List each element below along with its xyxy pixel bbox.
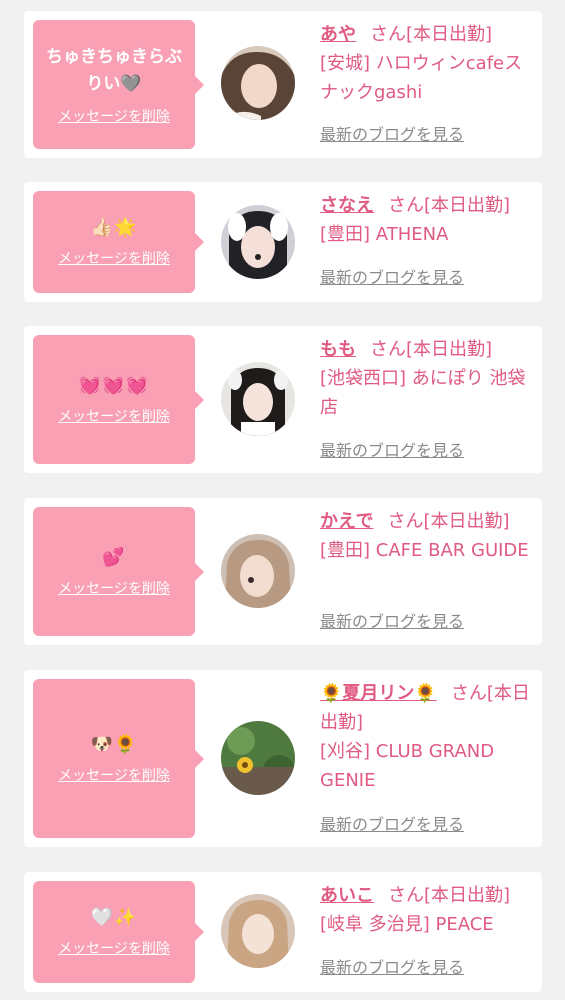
cast-info: かえで さん[本日出勤] [豊田] CAFE BAR GUIDE xyxy=(320,507,532,565)
cast-name-link[interactable]: かえで xyxy=(320,511,373,532)
message-text: 🐶🌻 xyxy=(90,733,138,755)
shop-name: CAFE BAR GUIDE xyxy=(375,540,529,561)
cast-status: さん[本日出勤] xyxy=(370,339,493,360)
message-card: 🐶🌻 メッセージを削除 🌻夏月リン🌻 さん[本日出勤] [刈谷] CLUB GRA… xyxy=(24,670,542,847)
message-bubble: 💓💓💓 メッセージを削除 xyxy=(33,335,204,464)
message-bubble: 🤍✨ メッセージを削除 xyxy=(33,881,204,983)
message-bubble: 🐶🌻 メッセージを削除 xyxy=(33,679,204,838)
message-card: 💓💓💓 メッセージを削除 もも さん[本日出勤] [池袋西口] あにぽり 池袋店 … xyxy=(24,326,542,473)
latest-blog-link[interactable]: 最新のブログを見る xyxy=(320,612,464,632)
cast-status: さん[本日出勤] xyxy=(388,885,511,906)
cast-name-link[interactable]: もも xyxy=(320,339,356,360)
message-text: 🤍✨ xyxy=(90,907,138,928)
avatar[interactable] xyxy=(221,721,295,795)
latest-blog-link[interactable]: 最新のブログを見る xyxy=(320,815,464,835)
avatar[interactable] xyxy=(221,534,295,608)
delete-message-link[interactable]: メッセージを削除 xyxy=(58,940,170,958)
message-card: 👍🏻🌟 メッセージを削除 さなえ さん[本日出勤] [豊田] ATHENA 最新の… xyxy=(24,182,542,302)
delete-message-link[interactable]: メッセージを削除 xyxy=(58,580,170,598)
message-card: ちゅきちゅきらぶりい🩶 メッセージを削除 あや さん[本日出勤] [安城] ハロウ… xyxy=(24,11,542,158)
message-card: 💕 メッセージを削除 かえで さん[本日出勤] [豊田] CAFE BAR GUI… xyxy=(24,498,542,645)
shop-area: [岐阜 多治見] xyxy=(320,914,430,935)
delete-message-link[interactable]: メッセージを削除 xyxy=(58,408,170,426)
delete-message-link[interactable]: メッセージを削除 xyxy=(58,767,170,785)
latest-blog-link[interactable]: 最新のブログを見る xyxy=(320,958,464,978)
latest-blog-link[interactable]: 最新のブログを見る xyxy=(320,125,464,145)
message-bubble: ちゅきちゅきらぶりい🩶 メッセージを削除 xyxy=(33,20,204,149)
delete-message-link[interactable]: メッセージを削除 xyxy=(58,250,170,268)
cast-info: あいこ さん[本日出勤] [岐阜 多治見] PEACE xyxy=(320,881,532,939)
shop-name: ATHENA xyxy=(375,224,449,245)
avatar[interactable] xyxy=(221,205,295,279)
cast-info: もも さん[本日出勤] [池袋西口] あにぽり 池袋店 xyxy=(320,335,532,422)
message-text: 💕 xyxy=(102,546,126,568)
cast-name-link[interactable]: あや xyxy=(320,24,356,45)
delete-message-link[interactable]: メッセージを削除 xyxy=(58,108,170,126)
cast-info: 🌻夏月リン🌻 さん[本日出勤] [刈谷] CLUB GRAND GENIE xyxy=(320,679,532,795)
message-bubble: 💕 メッセージを削除 xyxy=(33,507,204,636)
message-bubble: 👍🏻🌟 メッセージを削除 xyxy=(33,191,204,293)
shop-area: [安城] xyxy=(320,53,371,74)
avatar[interactable] xyxy=(221,362,295,436)
cast-info: さなえ さん[本日出勤] [豊田] ATHENA xyxy=(320,191,532,249)
cast-name-link[interactable]: さなえ xyxy=(320,195,374,216)
cast-info: あや さん[本日出勤] [安城] ハロウィンcafeスナックgashi xyxy=(320,20,532,107)
shop-name: PEACE xyxy=(435,914,494,935)
shop-area: [豊田] xyxy=(320,540,371,561)
cast-name-link[interactable]: 🌻夏月リン🌻 xyxy=(320,683,437,704)
shop-area: [豊田] xyxy=(320,224,371,245)
latest-blog-link[interactable]: 最新のブログを見る xyxy=(320,268,464,288)
cast-status: さん[本日出勤] xyxy=(388,195,511,216)
cast-status: さん[本日出勤] xyxy=(387,511,510,532)
cast-name-link[interactable]: あいこ xyxy=(320,885,374,906)
message-text: 👍🏻🌟 xyxy=(90,217,138,238)
message-text: 💓💓💓 xyxy=(78,374,150,396)
avatar[interactable] xyxy=(221,46,295,120)
message-card: 🤍✨ メッセージを削除 あいこ さん[本日出勤] [岐阜 多治見] PEACE 最… xyxy=(24,872,542,992)
message-text: ちゅきちゅきらぶりい🩶 xyxy=(46,46,182,94)
cast-status: さん[本日出勤] xyxy=(370,24,493,45)
latest-blog-link[interactable]: 最新のブログを見る xyxy=(320,441,464,461)
shop-area: [池袋西口] xyxy=(320,368,407,389)
avatar[interactable] xyxy=(221,894,295,968)
shop-area: [刈谷] xyxy=(320,741,371,762)
